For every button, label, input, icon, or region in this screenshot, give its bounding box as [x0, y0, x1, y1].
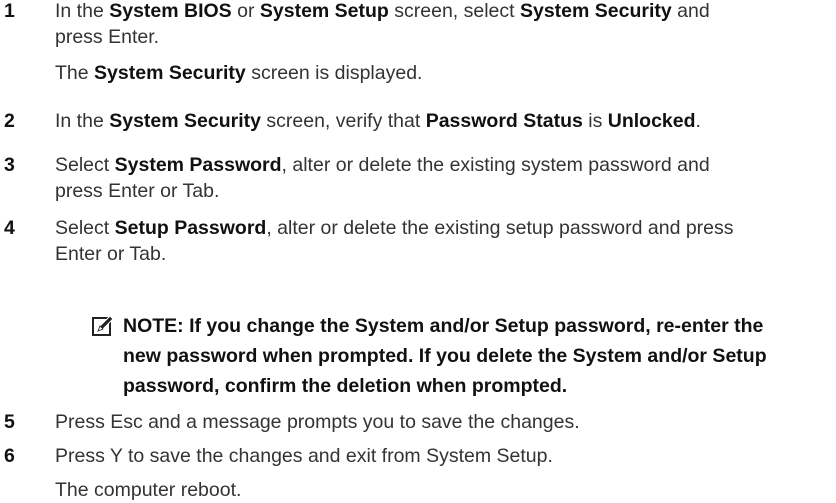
step-number: 5 [4, 411, 15, 433]
note-line: NOTE: If you change the System and/or Se… [123, 315, 764, 337]
step-text: Press Y to save the changes and exit fro… [55, 443, 836, 469]
step-line: In the System BIOS or System Setup scree… [55, 0, 836, 24]
procedure-document: 1 In the System BIOS or System Setup scr… [0, 0, 836, 501]
text-run: In the [55, 0, 110, 22]
step-number: 2 [4, 110, 15, 132]
step-line: Press Y to save the changes and exit fro… [55, 445, 553, 467]
text-run: Select [55, 217, 115, 239]
bold-term: System Security [109, 110, 261, 132]
step-line: Enter or Tab. [55, 243, 167, 265]
bold-term: Unlocked [607, 110, 696, 132]
text-run: screen is displayed. [245, 62, 423, 84]
step-number: 3 [4, 154, 15, 176]
pencil-note-icon [92, 315, 114, 336]
step-number: 4 [4, 217, 15, 239]
bold-term: System Security [94, 62, 246, 84]
bold-term: System Password [114, 154, 282, 176]
step-text: Press Esc and a message prompts you to s… [55, 409, 836, 435]
bold-term: System BIOS [109, 0, 232, 22]
step-line: Select Setup Password, alter or delete t… [55, 215, 836, 241]
bold-term: Password Status [425, 110, 583, 132]
step-line: press Enter. [55, 26, 160, 48]
text-run: screen, verify that [260, 110, 426, 132]
step-1-result: The System Security screen is displayed. [55, 60, 422, 86]
text-run: In the [55, 110, 110, 132]
bold-term: System Security [519, 0, 672, 22]
step-text: In the System Security screen, verify th… [55, 108, 836, 134]
step-6-result: The computer reboot. [55, 479, 242, 501]
note-line: password, confirm the deletion when prom… [123, 375, 568, 397]
step-line: In the System Security screen, verify th… [55, 108, 836, 134]
text-run: is [582, 110, 608, 132]
text-run: . [695, 110, 701, 132]
step-line: Press Esc and a message prompts you to s… [55, 411, 580, 433]
bold-term: Setup Password [114, 217, 267, 239]
step-text: Select Setup Password, alter or delete t… [55, 215, 836, 267]
text-run: screen, select [388, 0, 520, 22]
note-text: NOTE: If you change the System and/or Se… [123, 311, 767, 401]
text-run: , alter or delete the existing setup pas… [266, 217, 734, 239]
text-run: Select [55, 154, 115, 176]
step-line: Select System Password, alter or delete … [55, 152, 836, 178]
step-number: 1 [4, 0, 15, 22]
text-run: and [671, 0, 710, 22]
text-run: The [55, 62, 95, 84]
step-line: press Enter or Tab. [55, 180, 220, 202]
step-text: In the System BIOS or System Setup scree… [55, 0, 836, 50]
note-line: new password when prompted. If you delet… [123, 345, 767, 367]
bold-term: System Setup [259, 0, 389, 22]
text-run: , alter or delete the existing system pa… [281, 154, 710, 176]
step-number: 6 [4, 445, 15, 467]
step-text: Select System Password, alter or delete … [55, 152, 836, 204]
text-run: or [231, 0, 260, 22]
